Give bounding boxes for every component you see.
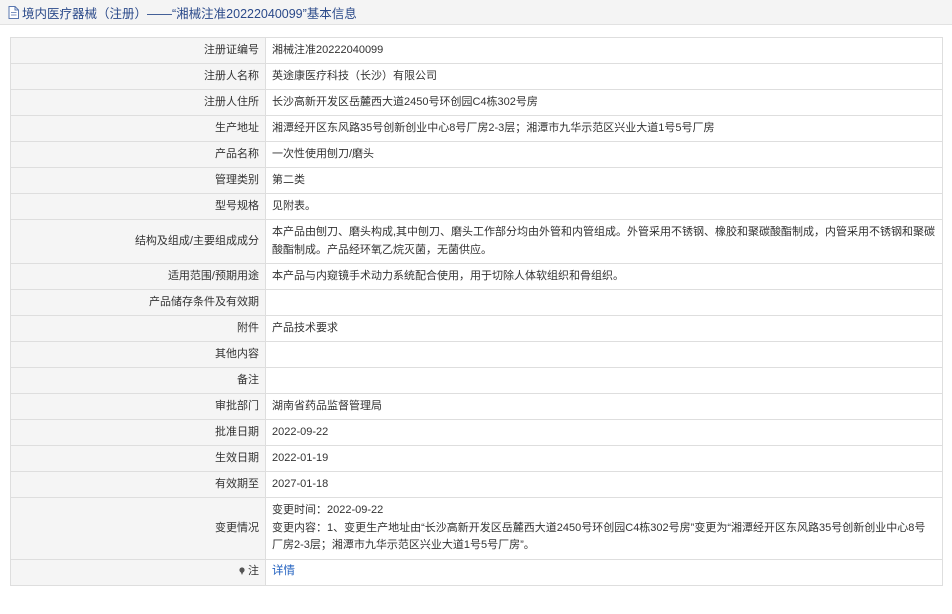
field-label: 备注 [10, 367, 266, 394]
table-row: 其他内容 [10, 341, 943, 368]
field-value: 2022-09-22 [265, 419, 943, 446]
details-link[interactable]: 详情 [272, 565, 295, 577]
field-value: 湖南省药品监督管理局 [265, 393, 943, 420]
field-label: 审批部门 [10, 393, 266, 420]
table-row: 管理类别 第二类 [10, 167, 943, 194]
field-value: 2022-01-19 [265, 445, 943, 472]
change-content: 变更内容：1、变更生产地址由“长沙高新开发区岳麓西大道2450号环创园C4栋30… [272, 521, 926, 552]
field-value [265, 367, 943, 394]
field-value: 长沙高新开发区岳麓西大道2450号环创园C4栋302号房 [265, 89, 943, 116]
table-row: 生效日期 2022-01-19 [10, 445, 943, 472]
field-value: 第二类 [265, 167, 943, 194]
field-label: 变更情况 [10, 497, 266, 560]
field-label: 注册证编号 [10, 37, 266, 64]
note-label: 注 [248, 565, 259, 578]
field-value: 英途康医疗科技（长沙）有限公司 [265, 63, 943, 90]
field-label: 生产地址 [10, 115, 266, 142]
pin-icon [239, 567, 245, 576]
field-value: 湘潭经开区东风路35号创新创业中心8号厂房2-3层；湘潭市九华示范区兴业大道1号… [265, 115, 943, 142]
table-row: 型号规格 见附表。 [10, 193, 943, 220]
change-value: 变更时间：2022-09-22 变更内容：1、变更生产地址由“长沙高新开发区岳麓… [265, 497, 943, 560]
field-label: 注册人住所 [10, 89, 266, 116]
table-row: 审批部门 湖南省药品监督管理局 [10, 393, 943, 420]
field-value: 见附表。 [265, 193, 943, 220]
field-value: 本产品由刨刀、磨头构成,其中刨刀、磨头工作部分均由外管和内管组成。外管采用不锈钢… [265, 219, 943, 264]
field-value: 一次性使用刨刀/磨头 [265, 141, 943, 168]
note-value: 详情 [265, 558, 943, 586]
field-label: 批准日期 [10, 419, 266, 446]
change-time: 变更时间：2022-09-22 [272, 504, 384, 516]
table-row: 备注 [10, 367, 943, 394]
note-label-cell: 注 [10, 558, 266, 586]
info-table: 注册证编号 湘械注准20222040099 注册人名称 英途康医疗科技（长沙）有… [10, 37, 943, 586]
field-label: 其他内容 [10, 341, 266, 368]
field-value [265, 289, 943, 316]
table-row: 生产地址 湘潭经开区东风路35号创新创业中心8号厂房2-3层；湘潭市九华示范区兴… [10, 115, 943, 142]
field-label: 有效期至 [10, 471, 266, 498]
field-label: 附件 [10, 315, 266, 342]
note-row: 注 详情 [10, 558, 943, 586]
info-table-container: 注册证编号 湘械注准20222040099 注册人名称 英途康医疗科技（长沙）有… [10, 37, 943, 586]
change-row: 变更情况 变更时间：2022-09-22 变更内容：1、变更生产地址由“长沙高新… [10, 497, 943, 560]
field-value: 本产品与内窥镜手术动力系统配合使用，用于切除人体软组织和骨组织。 [265, 263, 943, 290]
field-value: 湘械注准20222040099 [265, 37, 943, 64]
table-row: 批准日期 2022-09-22 [10, 419, 943, 446]
field-label: 注册人名称 [10, 63, 266, 90]
field-value: 产品技术要求 [265, 315, 943, 342]
field-label: 生效日期 [10, 445, 266, 472]
table-row: 产品名称 一次性使用刨刀/磨头 [10, 141, 943, 168]
page-header: 境内医疗器械（注册）——“湘械注准20222040099”基本信息 [0, 0, 952, 25]
table-row: 附件 产品技术要求 [10, 315, 943, 342]
table-row: 注册人住所 长沙高新开发区岳麓西大道2450号环创园C4栋302号房 [10, 89, 943, 116]
table-row: 结构及组成/主要组成成分 本产品由刨刀、磨头构成,其中刨刀、磨头工作部分均由外管… [10, 219, 943, 264]
table-row: 产品储存条件及有效期 [10, 289, 943, 316]
field-label: 适用范围/预期用途 [10, 263, 266, 290]
table-row: 注册证编号 湘械注准20222040099 [10, 37, 943, 64]
document-icon [8, 5, 19, 19]
field-label: 管理类别 [10, 167, 266, 194]
field-label: 产品名称 [10, 141, 266, 168]
field-value: 2027-01-18 [265, 471, 943, 498]
table-row: 注册人名称 英途康医疗科技（长沙）有限公司 [10, 63, 943, 90]
field-label: 结构及组成/主要组成成分 [10, 219, 266, 264]
field-value [265, 341, 943, 368]
table-row: 适用范围/预期用途 本产品与内窥镜手术动力系统配合使用，用于切除人体软组织和骨组… [10, 263, 943, 290]
table-row: 有效期至 2027-01-18 [10, 471, 943, 498]
field-label: 产品储存条件及有效期 [10, 289, 266, 316]
page-title: 境内医疗器械（注册）——“湘械注准20222040099”基本信息 [22, 6, 357, 21]
field-label: 型号规格 [10, 193, 266, 220]
